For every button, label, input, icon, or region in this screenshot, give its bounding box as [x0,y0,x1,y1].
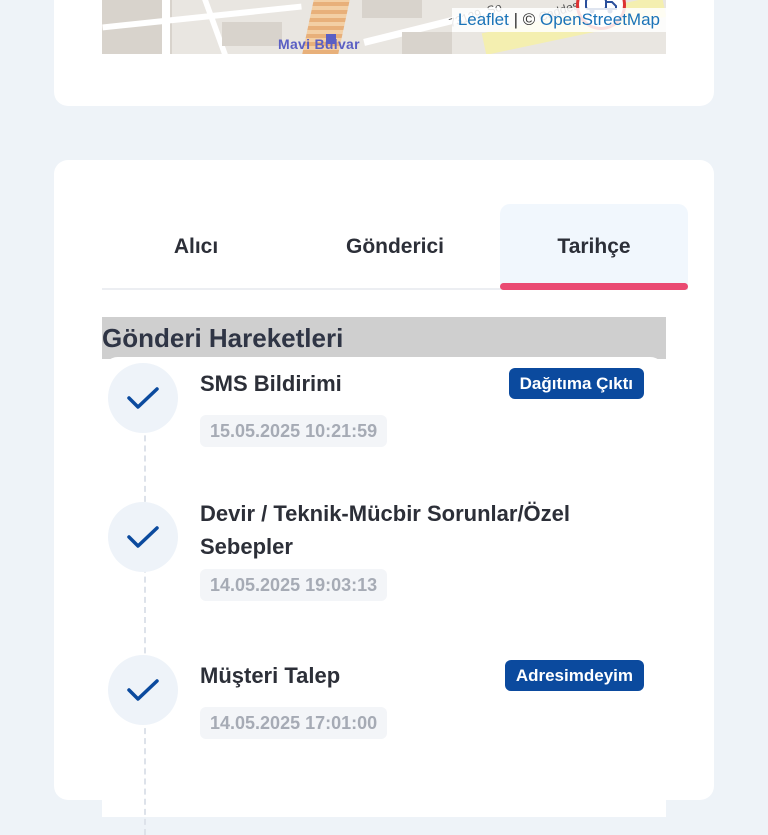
tab-bar: Alıcı Gönderici Tarihçe [102,204,688,290]
event-title: Devir / Teknik-Mücbir Sorunlar/Özel Sebe… [200,501,571,559]
attribution-separator: | © [508,10,540,29]
delivery-map[interactable]: 73129. So Caddes Mavi Bulvar Leaflet | ©… [102,0,666,54]
tab-history[interactable]: Tarihçe [500,204,688,290]
openstreetmap-link[interactable]: OpenStreetMap [540,10,660,29]
check-icon [108,363,178,433]
event-date: 14.05.2025 19:03:13 [200,569,388,601]
shipment-details-card: Alıcı Gönderici Tarihçe Gönderi Hareketl… [54,160,714,835]
status-badge: Adresimdeyim [504,660,644,691]
active-tab-indicator [500,283,688,290]
event-date: 14.05.2025 17:01:00 [200,707,388,739]
leaflet-link[interactable]: Leaflet [458,10,509,29]
tab-receiver[interactable]: Alıcı [102,204,290,290]
section-title: Gönderi Hareketleri [102,317,666,359]
map-card: 73129. So Caddes Mavi Bulvar Leaflet | ©… [54,0,714,106]
timeline-line [144,395,146,835]
check-icon [108,655,178,725]
tab-sender[interactable]: Gönderici [300,204,490,290]
map-attribution: Leaflet | © OpenStreetMap [451,8,666,32]
status-badge: Dağıtıma Çıktı [508,368,644,399]
place-label: Mavi Bulvar [278,36,360,52]
history-timeline: SMS Bildirimi Dağıtıma Çıktı 15.05.2025 … [102,357,666,835]
check-icon [108,502,178,572]
event-date: 15.05.2025 10:21:59 [200,415,388,447]
